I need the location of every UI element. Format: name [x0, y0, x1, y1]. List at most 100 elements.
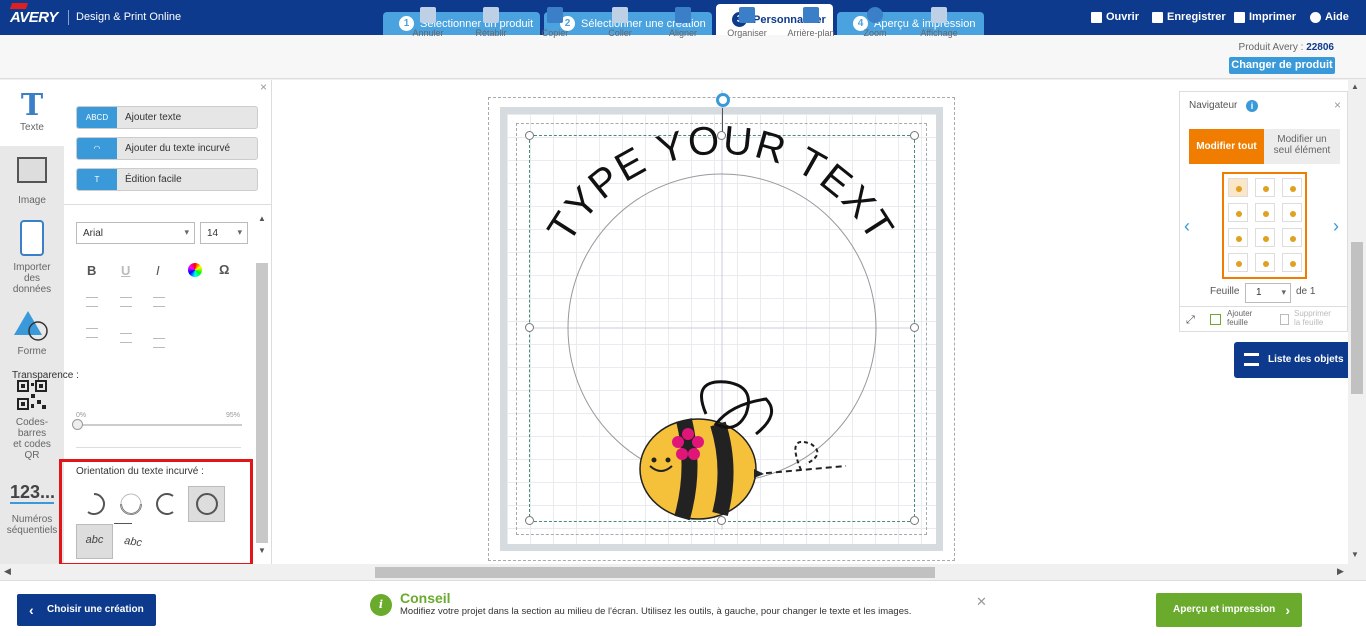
add-text-button[interactable]: ABCD Ajouter texte — [76, 106, 258, 129]
transparency-slider-track[interactable] — [78, 424, 242, 426]
curve-orientation-top-icon[interactable] — [80, 490, 108, 518]
align-left-icon[interactable] — [86, 297, 98, 307]
next-sheet-arrow-icon[interactable]: › — [1333, 216, 1339, 237]
trash-icon[interactable] — [1280, 314, 1289, 325]
add-sheet-icon[interactable] — [1210, 314, 1221, 325]
sidebar-item-barcodes[interactable]: Codes- barres et codes QR — [0, 380, 64, 461]
resize-handle-tr[interactable] — [910, 131, 919, 140]
text-inside-option[interactable]: abc — [116, 528, 149, 558]
save-button[interactable]: Enregistrer — [1152, 11, 1226, 23]
sheet-thumbnail[interactable] — [1222, 172, 1307, 279]
display-button[interactable]: Affichage — [911, 5, 967, 38]
resize-handle-bl[interactable] — [525, 516, 534, 525]
easy-edit-button[interactable]: T Édition facile — [76, 168, 258, 191]
label-thumbnail[interactable] — [1228, 178, 1248, 197]
color-picker-icon[interactable] — [188, 263, 202, 277]
resize-handle-tl[interactable] — [525, 131, 534, 140]
panel-scrollbar[interactable] — [256, 263, 268, 543]
scroll-right-arrow-icon[interactable]: ▶ — [1337, 566, 1344, 577]
sidebar-item-text[interactable]: T Texte — [0, 80, 64, 146]
display-label: Affichage — [920, 28, 958, 38]
text-outside-option[interactable]: abc — [76, 524, 113, 559]
label-thumbnail[interactable] — [1228, 228, 1248, 247]
scroll-up-icon[interactable]: ▲ — [258, 214, 266, 223]
print-button[interactable]: Imprimer — [1234, 11, 1296, 23]
resize-handle-t[interactable] — [717, 131, 726, 140]
curve-orientation-bottom-icon[interactable] — [117, 490, 145, 518]
label-thumbnail[interactable] — [1282, 178, 1302, 197]
sidebar-item-shape[interactable]: Forme — [0, 309, 64, 357]
change-product-button[interactable]: Changer de produit — [1229, 57, 1335, 74]
scroll-down-icon[interactable]: ▼ — [258, 546, 266, 555]
label-thumbnail[interactable] — [1255, 228, 1275, 247]
align-center-icon[interactable] — [120, 297, 132, 307]
resize-handle-br[interactable] — [910, 516, 919, 525]
resize-handle-l[interactable] — [525, 323, 534, 332]
zoom-icon — [867, 7, 883, 23]
transparency-slider-handle[interactable] — [72, 419, 83, 430]
label-thumbnail[interactable] — [1228, 203, 1248, 222]
rotate-handle[interactable] — [716, 93, 730, 107]
delete-sheet-button[interactable]: Supprimer la feuille — [1294, 309, 1331, 327]
previous-sheet-arrow-icon[interactable]: ‹ — [1184, 216, 1190, 237]
add-sheet-label: feuille — [1227, 318, 1248, 327]
close-icon[interactable]: × — [1334, 98, 1341, 112]
sheet-select[interactable]: 1 — [1245, 283, 1291, 303]
sidebar-item-sequential-numbers[interactable]: 123... Numéros séquentiels — [0, 482, 64, 536]
bold-button[interactable]: B — [87, 263, 96, 278]
font-size-select[interactable]: 14 — [200, 222, 248, 244]
sidebar-image-label: Image — [18, 195, 46, 206]
align-middle-icon[interactable] — [120, 333, 132, 343]
label-thumbnail[interactable] — [1255, 203, 1275, 222]
paste-button[interactable]: Coller — [592, 5, 648, 38]
close-tip-icon[interactable]: ✕ — [976, 594, 987, 610]
label-thumbnail[interactable] — [1255, 178, 1275, 197]
underline-button[interactable]: U — [121, 263, 130, 278]
align-bottom-icon[interactable] — [153, 338, 165, 348]
object-list-button[interactable]: Liste des objets — [1234, 342, 1348, 378]
zoom-button[interactable]: Zoom — [847, 5, 903, 38]
resize-handle-r[interactable] — [910, 323, 919, 332]
arrange-button[interactable]: Organiser — [719, 5, 775, 38]
expand-icon[interactable]: ⤢ — [1186, 314, 1195, 327]
redo-button[interactable]: Rétablir — [463, 5, 519, 38]
label-thumbnail[interactable] — [1282, 203, 1302, 222]
choose-design-button[interactable]: ‹ Choisir une création — [17, 594, 156, 626]
curve-orientation-left-icon[interactable] — [153, 490, 181, 518]
bee-image[interactable] — [636, 374, 852, 522]
label-thumbnail[interactable] — [1282, 253, 1302, 272]
curve-orientation-full-option[interactable] — [188, 486, 225, 522]
help-button[interactable]: Aide — [1310, 11, 1349, 23]
label-thumbnail[interactable] — [1282, 228, 1302, 247]
scroll-left-arrow-icon[interactable]: ◀ — [4, 566, 11, 577]
printer-icon — [1234, 11, 1245, 23]
edit-all-tab[interactable]: Modifier tout — [1189, 129, 1264, 164]
undo-icon — [420, 7, 436, 23]
add-sheet-button[interactable]: Ajouter feuille — [1227, 309, 1252, 327]
italic-button[interactable]: I — [156, 263, 160, 278]
close-panel-icon[interactable]: × — [260, 80, 267, 94]
scroll-up-arrow-icon[interactable]: ▲ — [1351, 82, 1359, 91]
label-thumbnail[interactable] — [1228, 253, 1248, 272]
add-curved-text-button[interactable]: ◠ Ajouter du texte incurvé — [76, 137, 258, 160]
open-button[interactable]: Ouvrir — [1091, 11, 1139, 23]
sidebar-item-image[interactable]: Image — [0, 157, 64, 206]
undo-button[interactable]: Annuler — [400, 5, 456, 38]
align-right-icon[interactable] — [153, 297, 165, 307]
special-characters-button[interactable]: Ω — [219, 262, 229, 277]
font-family-select[interactable]: Arial — [76, 222, 195, 244]
copy-icon — [547, 7, 563, 23]
info-icon[interactable]: i — [1246, 100, 1258, 112]
align-button[interactable]: Aligner — [655, 5, 711, 38]
copy-button[interactable]: Copier — [527, 5, 583, 38]
scroll-down-arrow-icon[interactable]: ▼ — [1351, 550, 1359, 559]
edit-one-tab[interactable]: Modifier un seul élément — [1264, 129, 1340, 164]
vertical-scroll-thumb[interactable] — [1351, 242, 1363, 394]
preview-print-button[interactable]: Aperçu et impression › — [1156, 593, 1302, 627]
label-thumbnail[interactable] — [1255, 253, 1275, 272]
align-top-icon[interactable] — [86, 328, 98, 338]
avery-logo[interactable]: AVERY — [10, 9, 58, 26]
background-button[interactable]: Arrière-plan — [783, 5, 839, 38]
sidebar-item-import-data[interactable]: Importer des données — [0, 220, 64, 295]
horizontal-scroll-thumb[interactable] — [375, 567, 935, 578]
